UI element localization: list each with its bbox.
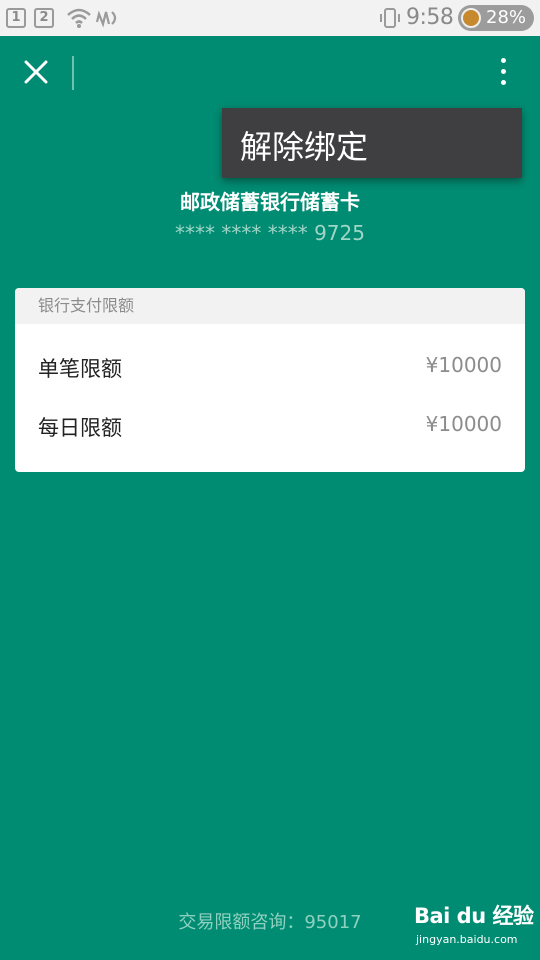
watermark-logo: Bai du 经验 — [414, 904, 534, 928]
clock: 9:58 — [406, 5, 454, 30]
limit-card: 银行支付限额 单笔限额 ¥10000 每日限额 ¥10000 — [15, 288, 525, 472]
sim2-icon: 2 — [34, 8, 54, 28]
watermark-url: jingyan.baidu.com — [416, 933, 518, 946]
limit-label: 单笔限额 — [38, 357, 122, 381]
limit-label: 每日限额 — [38, 416, 122, 440]
vibrate-icon — [380, 8, 400, 28]
bank-name: 邮政储蓄银行储蓄卡 — [180, 190, 360, 214]
limit-row-single: 单笔限额 ¥10000 — [38, 347, 502, 387]
battery-indicator: 28% — [458, 5, 534, 31]
status-bar: 1 2 9:58 28% — [0, 0, 540, 36]
limit-value: ¥10000 — [425, 353, 502, 377]
baidu-jingyan-watermark: Bai du 经验 jingyan.baidu.com — [414, 900, 534, 950]
battery-percent: 28% — [486, 7, 527, 28]
popup-menu: 解除绑定 — [222, 108, 522, 178]
close-icon[interactable] — [18, 54, 54, 90]
limit-value: ¥10000 — [425, 412, 502, 436]
unbind-menu-item[interactable]: 解除绑定 — [240, 122, 368, 168]
sim1-icon: 1 — [6, 8, 26, 28]
card-number: **** **** **** 9725 — [175, 221, 365, 245]
signal-icon — [95, 10, 117, 28]
toolbar-divider — [72, 56, 74, 90]
battery-icon — [461, 8, 481, 28]
wifi-icon — [67, 8, 91, 28]
more-vertical-icon[interactable] — [492, 54, 516, 90]
limit-row-daily: 每日限额 ¥10000 — [38, 406, 502, 446]
limit-header: 银行支付限额 — [15, 288, 525, 324]
